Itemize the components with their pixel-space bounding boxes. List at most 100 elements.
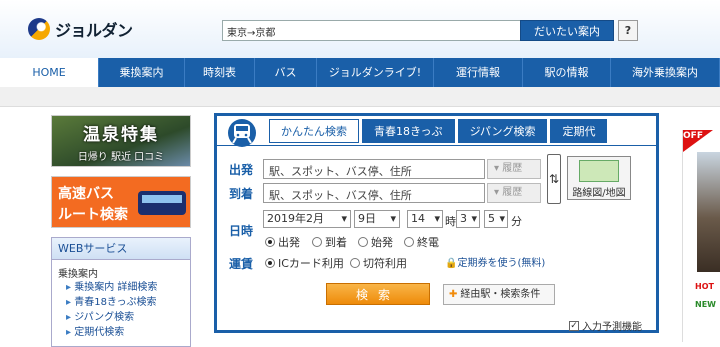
from-history-select[interactable]: ▾ 履歴 bbox=[487, 159, 541, 179]
route-map-button[interactable]: 路線図/地図 bbox=[567, 156, 631, 200]
to-history-label: 履歴 bbox=[502, 187, 523, 198]
quick-search-input[interactable]: 東京→京都 bbox=[222, 20, 522, 41]
use-teiki-link[interactable]: 🔒定期券を使う(無料) bbox=[445, 254, 545, 269]
new-label: NEW bbox=[695, 300, 716, 309]
input-prediction-label: 入力予測機能 bbox=[582, 322, 642, 333]
day-value: 9日 bbox=[358, 212, 376, 225]
web-section-title: 乗換案内 bbox=[58, 269, 98, 280]
from-history-chevron-icon: ▾ bbox=[494, 163, 503, 174]
header: ジョルダン 東京→京都 だいたい案内 ? bbox=[0, 0, 720, 58]
from-input[interactable]: 駅、スポット、バス停、住所 bbox=[263, 159, 485, 179]
help-button[interactable]: ? bbox=[618, 20, 638, 41]
nav-home[interactable]: HOME bbox=[0, 58, 99, 87]
train-icon bbox=[228, 119, 256, 147]
minute-unit: 分 bbox=[511, 215, 522, 228]
tab-easy-search[interactable]: かんたん検索 bbox=[269, 119, 359, 143]
via-conditions-label: 経由駅・検索条件 bbox=[460, 289, 541, 300]
to-history-chevron-icon: ▾ bbox=[494, 187, 503, 198]
swap-stations-icon[interactable]: ⇅ bbox=[547, 154, 561, 204]
radio-departure-label: 出発 bbox=[278, 236, 300, 249]
nav-bus[interactable]: バス bbox=[255, 58, 317, 87]
from-history-label: 履歴 bbox=[502, 163, 523, 174]
logo-mark-icon bbox=[28, 18, 50, 40]
search-button[interactable]: 検索 bbox=[326, 283, 430, 305]
nav-station-info[interactable]: 駅の情報 bbox=[523, 58, 611, 87]
tab-seishun18[interactable]: 青春18きっぷ bbox=[362, 119, 455, 143]
radio-ticket-label: 切符利用 bbox=[363, 257, 407, 270]
nav-jorudan-live[interactable]: ジョルダンライブ! bbox=[317, 58, 434, 87]
radio-ticket-dot bbox=[350, 258, 360, 268]
radio-last-train-label: 終電 bbox=[417, 236, 439, 249]
radio-arrival-dot bbox=[312, 237, 322, 247]
hour-value: 14 bbox=[411, 212, 425, 225]
minute-ones-select[interactable]: 5 ▾ bbox=[484, 210, 508, 228]
to-label: 到着 bbox=[229, 187, 254, 201]
search-tabs: かんたん検索 青春18きっぷ ジパング検索 定期代 bbox=[269, 119, 610, 143]
bus-icon bbox=[138, 191, 186, 215]
plus-icon: ✚ bbox=[449, 289, 458, 300]
radio-departure-dot bbox=[265, 237, 275, 247]
checkbox-check-icon: ✓ bbox=[569, 320, 579, 331]
to-history-select[interactable]: ▾ 履歴 bbox=[487, 183, 541, 203]
web-service-header: WEBサービス bbox=[52, 238, 190, 260]
radio-first-train[interactable]: 始発 bbox=[358, 234, 393, 250]
year-month-value: 2019年2月 bbox=[267, 212, 324, 225]
minute-tens-value: 3 bbox=[460, 212, 467, 225]
nav-timetable[interactable]: 時刻表 bbox=[185, 58, 255, 87]
side-ad[interactable]: OFF HOT NEW bbox=[682, 130, 720, 342]
radio-last-train[interactable]: 終電 bbox=[404, 234, 439, 250]
hot-label: HOT bbox=[695, 282, 714, 291]
radio-ic-card[interactable]: ICカード利用 bbox=[265, 255, 344, 271]
date-label: 日時 bbox=[229, 224, 254, 238]
via-conditions-button[interactable]: ✚ 経由駅・検索条件 bbox=[443, 284, 555, 305]
off-badge-label: OFF bbox=[683, 131, 703, 141]
tab-teiki[interactable]: 定期代 bbox=[550, 119, 608, 143]
web-service-panel: WEBサービス 乗換案内 乗換案内 詳細検索 青春18きっぷ検索 ジパング検索 … bbox=[51, 237, 191, 347]
radio-ic-card-dot bbox=[265, 258, 275, 268]
highway-bus-banner[interactable]: 高速バス ルート検索 bbox=[51, 176, 191, 228]
year-month-chevron-icon: ▾ bbox=[341, 212, 347, 225]
jorudan-logo[interactable]: ジョルダン bbox=[28, 17, 133, 41]
quick-search-button[interactable]: だいたい案内 bbox=[520, 20, 614, 41]
logo-text: ジョルダン bbox=[55, 21, 133, 40]
fare-label: 運賃 bbox=[229, 257, 254, 271]
from-label: 出発 bbox=[229, 163, 254, 177]
radio-ticket[interactable]: 切符利用 bbox=[350, 255, 407, 271]
onsen-banner[interactable]: 温泉特集 日帰り 駅近 口コミ bbox=[51, 115, 191, 167]
nav-overseas[interactable]: 海外乗換案内 bbox=[611, 58, 720, 87]
radio-arrival-label: 到着 bbox=[325, 236, 347, 249]
nav-transfer[interactable]: 乗換案内 bbox=[99, 58, 185, 87]
nav-service-info[interactable]: 運行情報 bbox=[434, 58, 523, 87]
year-month-select[interactable]: 2019年2月 ▾ bbox=[263, 210, 351, 228]
hour-chevron-icon: ▾ bbox=[434, 212, 440, 225]
day-select[interactable]: 9日 ▾ bbox=[354, 210, 400, 228]
web-link-zipangu[interactable]: ジパング検索 bbox=[52, 310, 190, 325]
hour-select[interactable]: 14 ▾ bbox=[407, 210, 443, 228]
web-link-seishun18[interactable]: 青春18きっぷ検索 bbox=[52, 295, 190, 310]
map-icon bbox=[579, 160, 619, 182]
main-nav: HOME 乗換案内 時刻表 バス ジョルダンライブ! 運行情報 駅の情報 海外乗… bbox=[0, 58, 720, 87]
ad-photo bbox=[697, 152, 720, 272]
input-prediction-checkbox[interactable]: ✓ 入力予測機能 bbox=[569, 318, 642, 333]
web-link-teiki[interactable]: 定期代検索 bbox=[52, 325, 190, 340]
sub-bar bbox=[0, 87, 720, 107]
radio-ic-card-label: ICカード利用 bbox=[278, 257, 344, 270]
to-input[interactable]: 駅、スポット、バス停、住所 bbox=[263, 183, 485, 203]
onsen-subtitle: 日帰り 駅近 口コミ bbox=[77, 152, 165, 163]
hour-unit: 時 bbox=[445, 215, 456, 228]
radio-first-train-label: 始発 bbox=[371, 236, 393, 249]
radio-departure[interactable]: 出発 bbox=[265, 234, 300, 250]
radio-last-train-dot bbox=[404, 237, 414, 247]
bus-banner-line2: ルート検索 bbox=[58, 207, 128, 223]
off-badge: OFF bbox=[683, 130, 713, 152]
radio-arrival[interactable]: 到着 bbox=[312, 234, 347, 250]
tab-zipangu[interactable]: ジパング検索 bbox=[457, 119, 548, 143]
minute-tens-select[interactable]: 3 ▾ bbox=[456, 210, 480, 228]
web-link-detail[interactable]: 乗換案内 詳細検索 bbox=[52, 280, 190, 295]
route-map-label: 路線図/地図 bbox=[572, 188, 626, 199]
tabs-divider bbox=[217, 145, 656, 146]
minute-tens-chevron-icon: ▾ bbox=[471, 212, 477, 225]
route-search-form: かんたん検索 青春18きっぷ ジパング検索 定期代 出発 駅、スポット、バス停、… bbox=[214, 113, 659, 333]
bus-banner-line1: 高速バス bbox=[58, 186, 114, 202]
use-teiki-label: 定期券を使う(無料) bbox=[457, 258, 546, 269]
